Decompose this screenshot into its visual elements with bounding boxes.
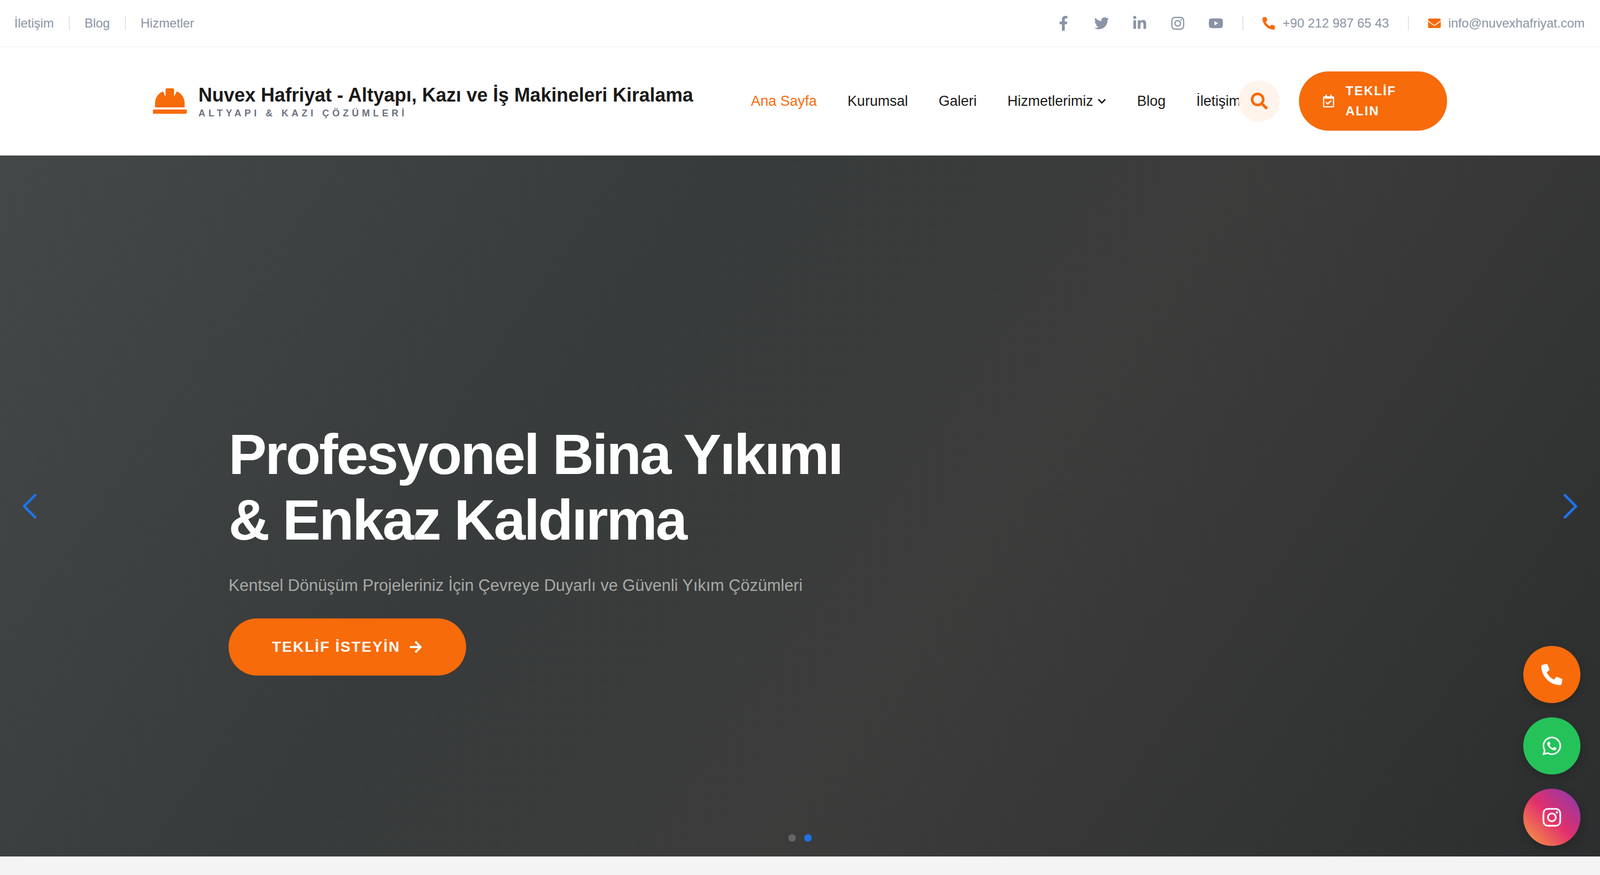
divider [1242,16,1244,31]
quote-button-label: TEKLİF ALIN [1345,80,1415,122]
whatsapp-button[interactable] [1523,717,1581,775]
divider [1407,16,1409,31]
header-actions: Ana Sayfa Kurumsal Galeri Hizmetlerimiz Blog… [750,71,1448,131]
nav-item[interactable]: Galeri [938,93,977,110]
youtube-icon[interactable] [1208,15,1224,31]
brand-title: Nuvex Hafriyat - Altyapı, Kazı ve İş Mak… [198,83,694,107]
nav-item[interactable]: Hizmetlerimiz [1007,93,1107,110]
hero-subtitle: Kentsel Dönüşüm Projeleriniz İçin Çevrey… [228,576,1600,596]
top-bar: İletişimBlogHizmetler +90 212 987 65 43 in… [0,0,1600,48]
top-contacts: +90 212 987 65 43 info@nuvexhafriyat.com [1056,15,1585,31]
brand[interactable]: Nuvex Hafriyat - Altyapı, Kazı ve İş Mak… [152,83,694,120]
prev-slide-button[interactable] [7,484,52,529]
hero-button[interactable]: TEKLİF İSTEYİN [228,618,467,676]
instagram-icon[interactable] [1170,15,1186,31]
phone-icon [1262,16,1276,30]
email-contact[interactable]: info@nuvexhafriyat.com [1428,15,1585,31]
instagram-button[interactable] [1523,788,1581,847]
brand-tagline: ALTYAPI & KAZI ÇÖZÜMLERİ [198,107,694,120]
instagram-icon [1541,806,1563,829]
slider-dots [788,834,812,842]
nav-item[interactable]: Ana Sayfa [750,93,817,110]
chevron-right-icon [1548,484,1593,529]
section-strip [0,856,1600,875]
chevron-down-icon [1097,96,1107,106]
phone-contact[interactable]: +90 212 987 65 43 [1262,15,1389,31]
floating-contacts [1523,646,1581,847]
call-button[interactable] [1523,646,1581,704]
arrow-right-icon [408,640,423,654]
search-icon [1250,92,1268,110]
twitter-icon[interactable] [1094,15,1109,31]
top-link[interactable]: Blog [68,16,125,31]
hard-hat-icon [152,84,187,118]
top-link[interactable]: Hizmetler [124,16,209,31]
page: İletişimBlogHizmetler+90 212 987 65 43in… [0,0,1600,875]
slider-dot[interactable] [788,834,796,842]
slider-dot[interactable] [804,834,812,842]
next-slide-button[interactable] [1548,484,1593,529]
hero-title: Profesyonel Bina Yıkımı& Enkaz Kaldırma [228,421,1600,553]
linkedin-icon[interactable] [1132,15,1148,31]
hero-slider: Profesyonel Bina Yıkımı& Enkaz Kaldırma K… [0,155,1600,857]
top-links: İletişimBlogHizmetler [14,16,209,31]
whatsapp-icon [1541,735,1563,757]
phone-icon [1541,664,1563,686]
calendar-icon [1322,94,1335,108]
envelope-icon [1428,16,1441,30]
quote-button[interactable]: TEKLİF ALIN [1298,71,1448,131]
main-nav: Ana Sayfa Kurumsal Galeri Hizmetlerimiz Blog… [750,93,1241,110]
chevron-left-icon [7,484,52,529]
nav-item[interactable]: İletişim [1196,93,1241,110]
top-link[interactable]: İletişim [14,16,69,31]
nav-item[interactable]: Blog [1137,93,1166,110]
nav-item[interactable]: Kurumsal [847,93,908,110]
header: Nuvex Hafriyat - Altyapı, Kazı ve İş Mak… [0,47,1600,156]
search-button[interactable] [1238,80,1280,122]
hero-title-line: & Enkaz Kaldırma [228,487,1600,553]
facebook-icon[interactable] [1056,15,1071,31]
brand-text: Nuvex Hafriyat - Altyapı, Kazı ve İş Mak… [198,83,694,120]
hero-title-line: Profesyonel Bina Yıkımı [228,421,1600,488]
